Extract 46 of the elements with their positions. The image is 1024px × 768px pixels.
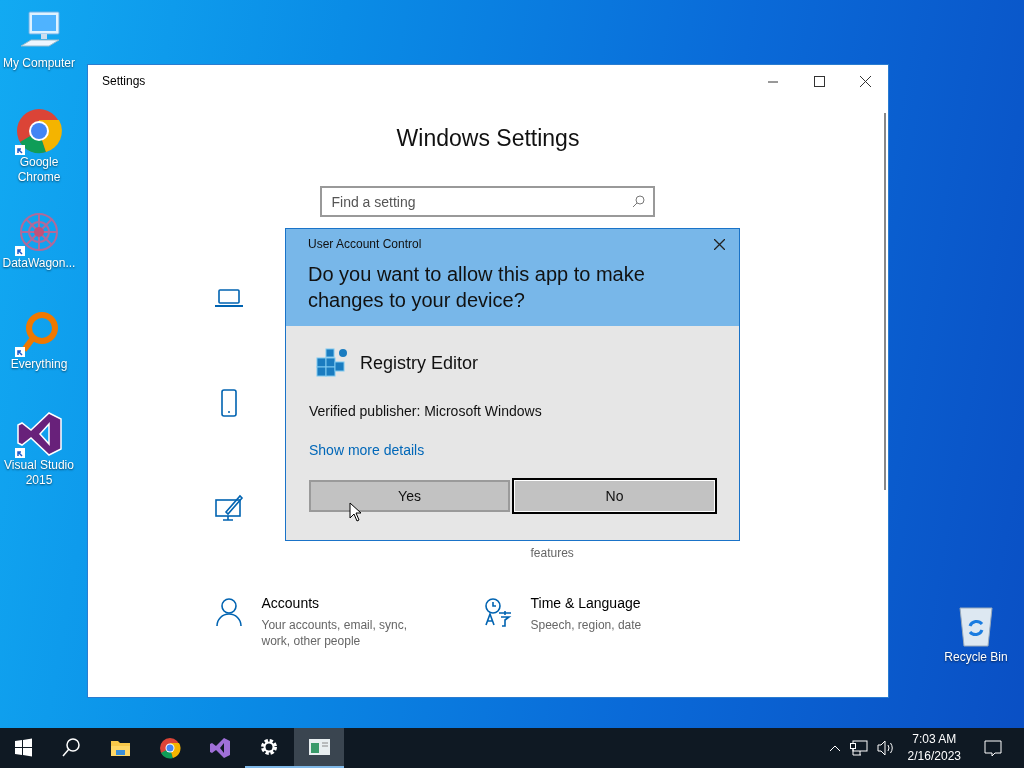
window-icon bbox=[307, 736, 330, 758]
icon-label: My Computer bbox=[2, 56, 76, 71]
taskbar-button[interactable] bbox=[294, 728, 344, 768]
caret-icon[interactable] bbox=[828, 744, 841, 752]
chrome-icon bbox=[15, 107, 63, 155]
icon-label: Visual Studio 2015 bbox=[3, 458, 75, 488]
search-icon[interactable] bbox=[631, 195, 645, 208]
icon-label: Recycle Bin bbox=[943, 650, 1009, 665]
icon-label: Everything bbox=[9, 357, 69, 372]
windows-logo-icon bbox=[13, 737, 35, 759]
clock-time[interactable]: 7:03 AM bbox=[912, 731, 957, 748]
icon-label: DataWagon... bbox=[1, 256, 77, 271]
details-link[interactable]: Show more details bbox=[309, 442, 425, 458]
category-title[interactable]: Accounts bbox=[261, 595, 422, 611]
category-title[interactable]: Time & Language bbox=[530, 595, 691, 611]
publisher-text: Verified publisher: Microsoft Windows bbox=[309, 403, 543, 419]
dialog-title: User Account Control bbox=[308, 237, 422, 251]
search-field[interactable]: Find a setting bbox=[319, 186, 655, 217]
visual-studio-icon bbox=[15, 410, 63, 458]
clock-letters-icon[interactable] bbox=[482, 597, 513, 627]
person-icon[interactable] bbox=[213, 597, 244, 627]
icon-label: Google Chrome bbox=[16, 155, 62, 185]
close-icon bbox=[713, 238, 725, 250]
dialog-button[interactable]: Yes bbox=[309, 480, 510, 512]
category-description: features bbox=[530, 545, 575, 561]
close-icon bbox=[859, 75, 871, 87]
visual-studio-icon bbox=[208, 737, 231, 759]
network-icon[interactable] bbox=[849, 740, 868, 756]
desktop-icon[interactable]: Recycle Bin bbox=[938, 600, 1014, 699]
notification-icon[interactable] bbox=[984, 739, 1002, 757]
chrome-icon bbox=[159, 737, 182, 759]
clock-date[interactable]: 2/16/2023 bbox=[907, 748, 961, 765]
mouse-cursor-icon bbox=[349, 502, 362, 522]
speaker-icon[interactable] bbox=[876, 740, 895, 756]
page-heading: Windows Settings bbox=[396, 125, 580, 152]
registry-icon bbox=[315, 346, 349, 380]
search-icon bbox=[61, 737, 83, 759]
maximize-icon bbox=[813, 75, 825, 87]
monitor-brush-icon[interactable] bbox=[213, 493, 244, 523]
app-name: Registry Editor bbox=[360, 352, 479, 374]
category-description: Speech, region, date bbox=[530, 617, 643, 633]
scrollbar[interactable] bbox=[884, 113, 886, 490]
dialog-button[interactable]: No bbox=[512, 478, 717, 514]
window-title: Settings bbox=[101, 74, 146, 88]
category-description: Your accounts, email, sync, work, other people bbox=[261, 617, 409, 649]
dialog-question: Do you want to allow this app to make changes to your device? bbox=[308, 262, 646, 313]
